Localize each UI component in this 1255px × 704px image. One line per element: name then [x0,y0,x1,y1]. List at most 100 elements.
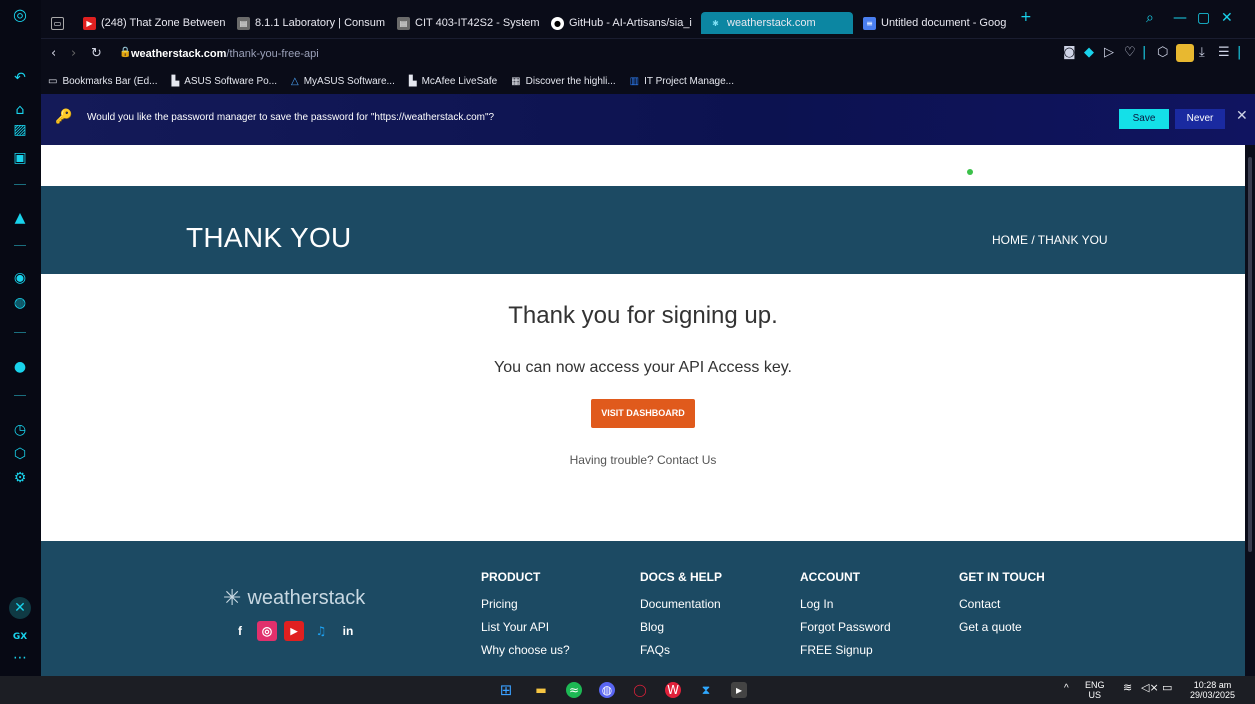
youtube-social-icon[interactable]: ▶ [284,621,304,641]
clock[interactable]: 10:28 am 29/03/2025 [1190,680,1235,700]
weatherstack-icon: ✱ [712,18,719,28]
discord-taskbar-icon[interactable]: ◍ [599,682,615,698]
opera-gx-taskbar-icon[interactable]: ◯ [632,682,648,698]
easy-setup-icon[interactable]: ☰ [1218,45,1230,60]
bookmark-myasus[interactable]: △ MyASUS Software... [291,76,395,87]
discord-icon[interactable]: ◍ [8,293,32,313]
footer-link-forgot[interactable]: Forgot Password [800,620,891,634]
clock-time: 10:28 am [1193,680,1232,690]
volume-muted-icon[interactable]: ◁× [1141,682,1159,693]
footer-link-signup[interactable]: FREE Signup [800,643,891,657]
tab-youtube[interactable]: ▶ (248) That Zone Between [83,12,233,34]
player-toggle-icon[interactable]: ▷ [1104,45,1114,60]
extensions-icon[interactable]: ⬡ [8,444,32,464]
tab-laboratory[interactable]: ▤ 8.1.1 Laboratory | Consum [237,12,389,34]
docs-icon: ≡ [863,16,876,30]
bookmark-label: Bookmarks Bar (Ed... [62,75,158,87]
settings-icon[interactable]: ⚙ [8,468,32,488]
download-icon[interactable]: ⤓ [1199,45,1205,60]
url-field[interactable]: weatherstack.com/thank-you-free-api [131,48,319,60]
terminal-taskbar-icon[interactable]: ▸ [731,682,747,698]
tab-switcher-icon[interactable]: ▭ [51,12,64,34]
gx-corner-icon[interactable]: ⌂ [8,100,32,120]
bookmark-label: ASUS Software Po... [184,75,278,87]
windows-taskbar: ⊞ ▬ ≈ ◍ ◯ W ⧗ ▸ ^ ENG US ≋ ◁× ▭ 10:28 am 2… [0,676,1255,704]
back-icon[interactable]: ‹ [51,46,56,61]
breadcrumb[interactable]: HOME / THANK YOU [992,233,1108,247]
linkedin-icon[interactable]: in [338,621,358,641]
profile-avatar[interactable] [1176,44,1194,62]
history-icon[interactable]: ◷ [8,420,32,440]
footer-link-why[interactable]: Why choose us? [481,643,570,657]
never-save-button[interactable]: Never [1175,109,1225,129]
tab-google-docs[interactable]: ≡ Untitled document - Goog [863,12,1015,34]
windows-start-icon[interactable]: ⊞ [498,681,514,699]
minimize-icon[interactable]: — [1173,10,1187,26]
tab-github[interactable]: ● GitHub - AI-Artisans/sia_i [551,12,696,34]
forward-icon[interactable]: › [71,46,76,61]
tab-label: weatherstack.com [727,17,816,29]
opera-menu-icon[interactable]: ◎ [8,4,32,24]
bookmark-label: McAfee LiveSafe [421,75,498,87]
twitch-icon[interactable]: ▨ [8,120,32,140]
toolbar-divider: | [1142,45,1147,60]
vpn-shield-icon[interactable]: ◆ [1084,45,1094,60]
file-explorer-icon[interactable]: ▬ [533,682,549,698]
tab-weatherstack[interactable]: ✱ weatherstack.com [701,12,853,34]
reload-icon[interactable]: ↻ [91,46,102,61]
scroll-thumb[interactable] [1248,157,1252,552]
close-window-icon[interactable]: ✕ [1221,10,1233,26]
footer-link-pricing[interactable]: Pricing [481,597,570,611]
tray-chevron-icon[interactable]: ^ [1064,684,1069,694]
maximize-icon[interactable]: ▢ [1197,10,1210,26]
page-scrollbar[interactable] [1245,145,1255,676]
footer-col-title: GET IN TOUCH [959,570,1045,584]
visit-dashboard-button[interactable]: VISIT DASHBOARD [591,399,695,428]
contact-us-link[interactable]: Having trouble? Contact Us [41,453,1245,467]
footer-link-login[interactable]: Log In [800,597,891,611]
github-icon: ● [551,16,564,30]
wifi-icon[interactable]: ≋ [1123,682,1132,693]
logo-text: weatherstack [247,587,366,609]
instagram-icon[interactable]: ◎ [257,621,277,641]
wps-taskbar-icon[interactable]: W [665,682,681,698]
footer-link-list-api[interactable]: List Your API [481,620,570,634]
aria-icon[interactable]: ▲ [8,208,32,228]
save-password-button[interactable]: Save [1119,109,1169,129]
gx-control-icon[interactable]: ↶ [8,68,32,88]
weatherstack-logo[interactable]: ✳ weatherstack [223,586,365,611]
footer-link-faqs[interactable]: FAQs [640,643,722,657]
heart-icon[interactable]: ♡ [1124,45,1136,60]
bookmark-it-project[interactable]: ▥ IT Project Manage... [630,76,734,87]
spotify-icon[interactable]: ● [8,357,32,377]
footer-link-quote[interactable]: Get a quote [959,620,1045,634]
extensions-cube-icon[interactable]: ⬡ [1157,45,1168,60]
new-tab-icon[interactable]: + [1020,9,1032,25]
bookmark-asus-software[interactable]: ▙ ASUS Software Po... [171,76,277,87]
gx-cleaner-icon[interactable]: ✕ [9,597,31,619]
footer-link-blog[interactable]: Blog [640,620,722,634]
footer-link-documentation[interactable]: Documentation [640,597,722,611]
footer-link-contact[interactable]: Contact [959,597,1045,611]
bookmark-discover[interactable]: ▦ Discover the highli... [511,76,616,87]
search-tabs-icon[interactable]: ⌕ [1146,10,1154,26]
bookmark-folder[interactable]: ▭ Bookmarks Bar (Ed... [48,76,157,87]
toolbar-divider: | [1237,45,1242,60]
snapshot-icon[interactable]: ◙ [1063,45,1076,60]
spotify-taskbar-icon[interactable]: ≈ [566,682,582,698]
web-page: THANK YOU HOME / THANK YOU Thank you for… [41,145,1245,676]
tab-label: 8.1.1 Laboratory | Consum [255,17,386,29]
close-icon[interactable]: ✕ [1236,108,1248,124]
vscode-taskbar-icon[interactable]: ⧗ [698,682,714,698]
footer-col-contact: GET IN TOUCH Contact Get a quote [959,570,1045,643]
battery-icon[interactable]: ▭ [1162,682,1172,693]
twitter-icon[interactable]: ♫ [311,621,331,641]
language-indicator[interactable]: ENG US [1085,680,1105,700]
more-icon[interactable]: ⋯ [8,648,32,668]
player-icon[interactable]: ▣ [8,148,32,168]
messenger-icon[interactable]: ◉ [8,268,32,288]
bookmark-mcafee[interactable]: ▙ McAfee LiveSafe [409,76,497,87]
facebook-icon[interactable]: f [230,621,250,641]
hero-banner: THANK YOU HOME / THANK YOU [41,186,1245,274]
tab-cit403[interactable]: ▤ CIT 403-IT42S2 - System [397,12,543,34]
